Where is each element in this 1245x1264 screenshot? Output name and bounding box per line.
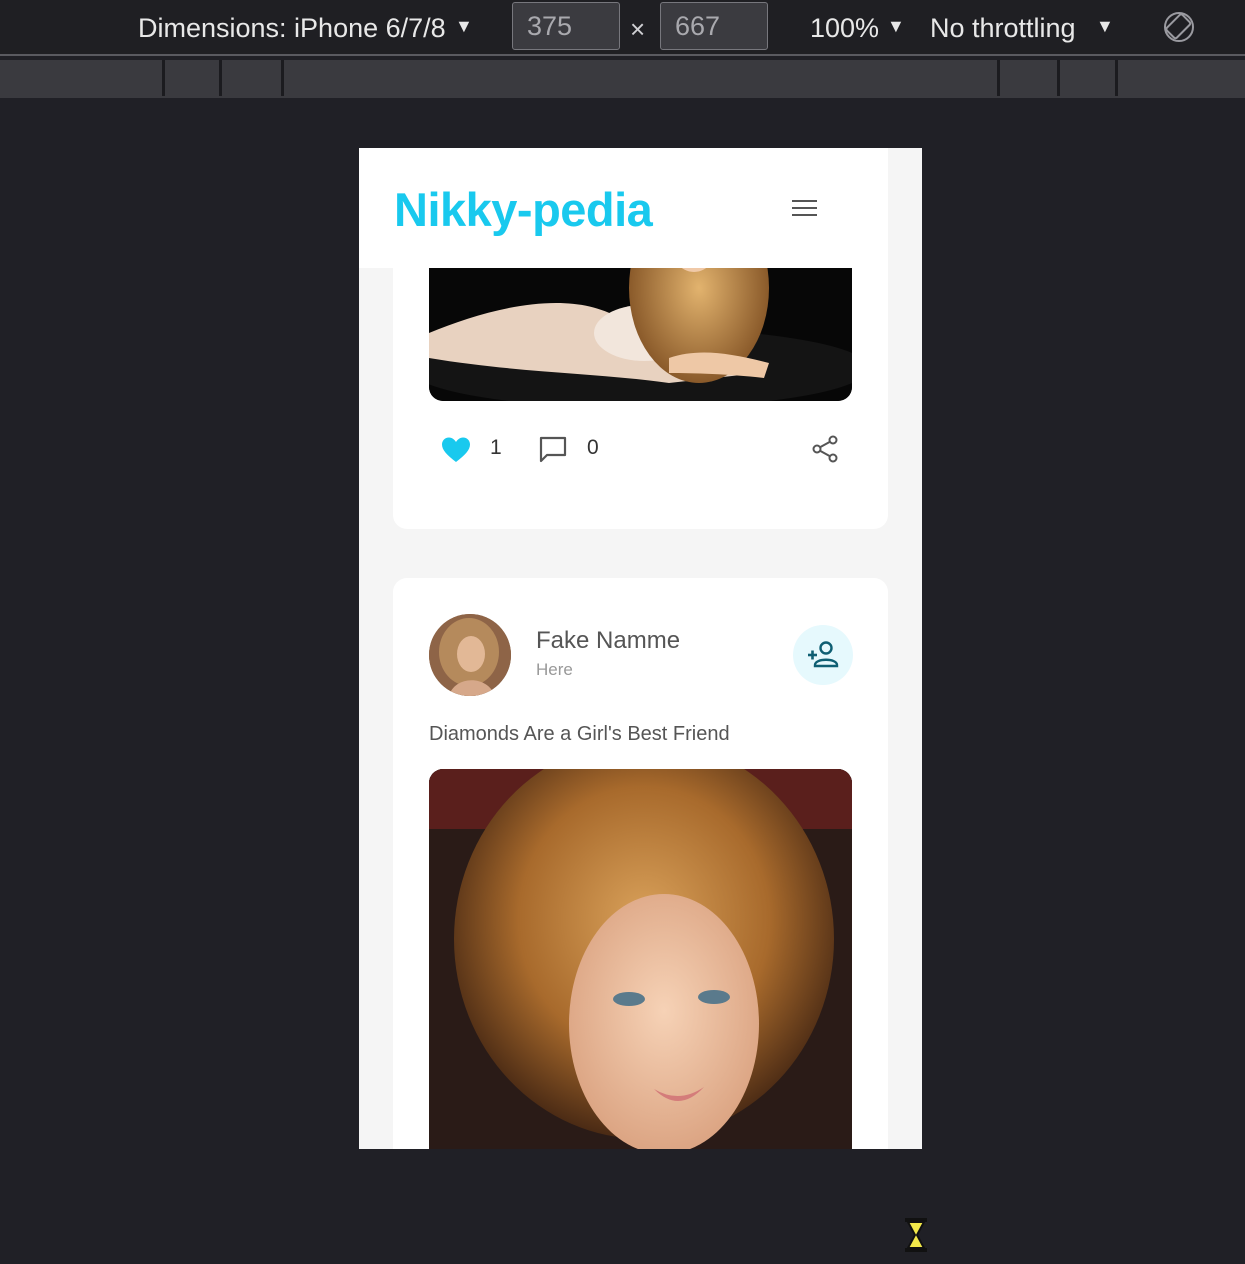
hamburger-menu-icon[interactable] <box>792 200 817 218</box>
ruler-segment[interactable] <box>997 60 1000 96</box>
app-header: Nikky-pedia <box>359 148 888 268</box>
avatar-photo <box>429 614 511 696</box>
throttling-dropdown-icon[interactable]: ▼ <box>1096 16 1114 37</box>
hourglass-icon <box>905 1218 927 1252</box>
like-count: 1 <box>490 436 502 459</box>
avatar[interactable] <box>429 614 511 696</box>
device-viewport: Nikky-pedia 1 0 Fake Namme Here Diamonds… <box>359 148 922 1149</box>
portrait-photo <box>429 769 852 1149</box>
comment-icon[interactable] <box>538 434 568 464</box>
rotate-device-icon[interactable] <box>1162 10 1196 44</box>
throttling-select[interactable]: No throttling <box>930 10 1076 46</box>
ruler-segment[interactable] <box>219 60 222 96</box>
devtools-toolbar: Dimensions: iPhone 6/7/8 ▼ 375 × 667 100… <box>0 0 1245 56</box>
ruler-segment[interactable] <box>281 60 284 96</box>
media-query-ruler[interactable] <box>0 60 1245 98</box>
add-person-icon <box>808 641 839 668</box>
dimension-separator: × <box>630 14 646 44</box>
post-actions: 1 0 <box>393 428 888 478</box>
author-location: Here <box>536 660 573 679</box>
post-card: Fake Namme Here Diamonds Are a Girl's Be… <box>393 578 888 1149</box>
viewport-width-input[interactable]: 375 <box>512 2 620 50</box>
author-name[interactable]: Fake Namme <box>536 627 680 655</box>
comment-count: 0 <box>587 436 599 459</box>
follow-button[interactable] <box>793 625 853 685</box>
zoom-dropdown-icon[interactable]: ▼ <box>887 16 905 37</box>
post-caption: Diamonds Are a Girl's Best Friend <box>429 723 730 745</box>
ruler-segment[interactable] <box>162 60 165 96</box>
post-photo[interactable] <box>429 769 852 1149</box>
zoom-select[interactable]: 100% <box>810 10 879 46</box>
share-icon[interactable] <box>811 434 839 464</box>
dimensions-dropdown-icon[interactable]: ▼ <box>455 16 473 37</box>
device-dimensions-select[interactable]: Dimensions: iPhone 6/7/8 <box>138 10 446 46</box>
viewport-height-input[interactable]: 667 <box>660 2 768 50</box>
brand-logo[interactable]: Nikky-pedia <box>394 182 653 237</box>
heart-icon[interactable] <box>441 436 471 464</box>
ruler-segment[interactable] <box>1115 60 1118 96</box>
ruler-segment[interactable] <box>1057 60 1060 96</box>
